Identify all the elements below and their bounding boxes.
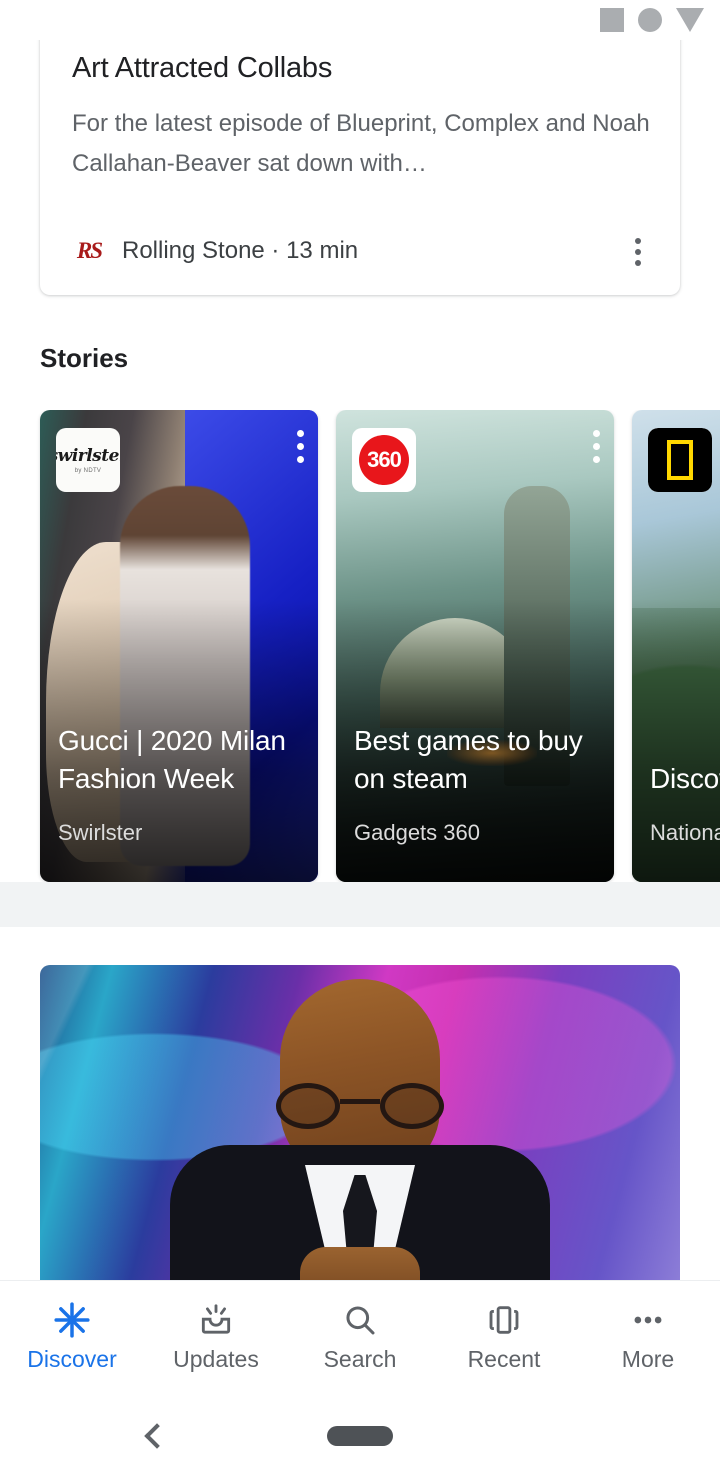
back-chevron-icon[interactable]	[144, 1423, 170, 1449]
nav-label-discover: Discover	[27, 1346, 117, 1372]
article-card[interactable]: Art Attracted Collabs For the latest epi…	[40, 40, 680, 295]
gadgets-360-logo: 360	[352, 428, 416, 492]
nav-item-recent[interactable]: Recent	[432, 1281, 576, 1392]
national-geographic-logo	[648, 428, 712, 492]
overflow-menu-icon[interactable]	[297, 430, 304, 463]
status-bar	[0, 0, 720, 40]
story-source: National Geographic	[650, 820, 720, 845]
nav-label-recent: Recent	[467, 1346, 541, 1372]
story-source: Swirlster	[58, 820, 143, 845]
story-title: Gucci | 2020 Milan Fashion Week	[58, 725, 286, 794]
overflow-menu-icon[interactable]	[593, 430, 600, 463]
portrait-hands	[300, 1247, 420, 1280]
story-title: Discover hidden	[650, 763, 720, 794]
nav-item-search[interactable]: Search	[288, 1281, 432, 1392]
nav-label-updates: Updates	[173, 1346, 259, 1372]
nav-label-more: More	[621, 1346, 675, 1372]
story-card[interactable]: Discover hidden National Geographic	[632, 410, 720, 882]
app-screen: Art Attracted Collabs For the latest epi…	[0, 0, 720, 1480]
gadgets-360-logo-text: 360	[359, 435, 409, 485]
story-source: Gadgets 360	[354, 820, 480, 845]
updates-inbox-icon	[197, 1300, 235, 1340]
article-meta: RS Rolling Stone · 13 min	[72, 237, 358, 265]
swirlster-logo-text: swirlster	[56, 446, 120, 466]
discover-asterisk-icon	[52, 1300, 92, 1340]
recent-cards-icon	[485, 1300, 523, 1340]
feed-content[interactable]: Art Attracted Collabs For the latest epi…	[0, 40, 720, 1280]
rolling-stone-logo: RS	[76, 238, 103, 263]
section-divider	[0, 882, 720, 927]
swirlster-logo-subtext: by NDTV	[74, 468, 102, 474]
article-title: Art Attracted Collabs	[72, 52, 333, 84]
more-dots-icon	[629, 1300, 667, 1340]
feed-photo-card[interactable]	[40, 965, 680, 1280]
story-card[interactable]: swirlster by NDTV Gucci | 2020 Milan Fas…	[40, 410, 318, 882]
article-source-label: Rolling Stone · 13 min	[122, 237, 359, 264]
story-card[interactable]: 360 Best games to buy on steam Gadgets 3…	[336, 410, 614, 882]
stories-section-title: Stories	[40, 343, 129, 373]
article-snippet: For the latest episode of Blueprint, Com…	[72, 110, 650, 177]
bottom-navigation-bar: Discover Updates Search Recent More	[0, 1280, 720, 1392]
square-icon	[600, 8, 624, 32]
nav-item-updates[interactable]: Updates	[144, 1281, 288, 1392]
circle-icon	[638, 8, 662, 32]
system-navigation-bar	[0, 1392, 720, 1480]
nav-label-search: Search	[323, 1346, 397, 1372]
overflow-menu-icon[interactable]	[618, 232, 658, 272]
nav-item-discover[interactable]: Discover	[0, 1281, 144, 1392]
story-title: Best games to buy on steam	[354, 725, 583, 794]
swirlster-logo: swirlster by NDTV	[56, 428, 120, 492]
triangle-down-icon	[676, 8, 704, 32]
stories-carousel[interactable]: swirlster by NDTV Gucci | 2020 Milan Fas…	[0, 410, 720, 882]
home-pill-icon[interactable]	[327, 1426, 393, 1446]
nav-item-more[interactable]: More	[576, 1281, 720, 1392]
search-icon	[341, 1300, 379, 1340]
glasses-icon	[276, 1083, 444, 1129]
